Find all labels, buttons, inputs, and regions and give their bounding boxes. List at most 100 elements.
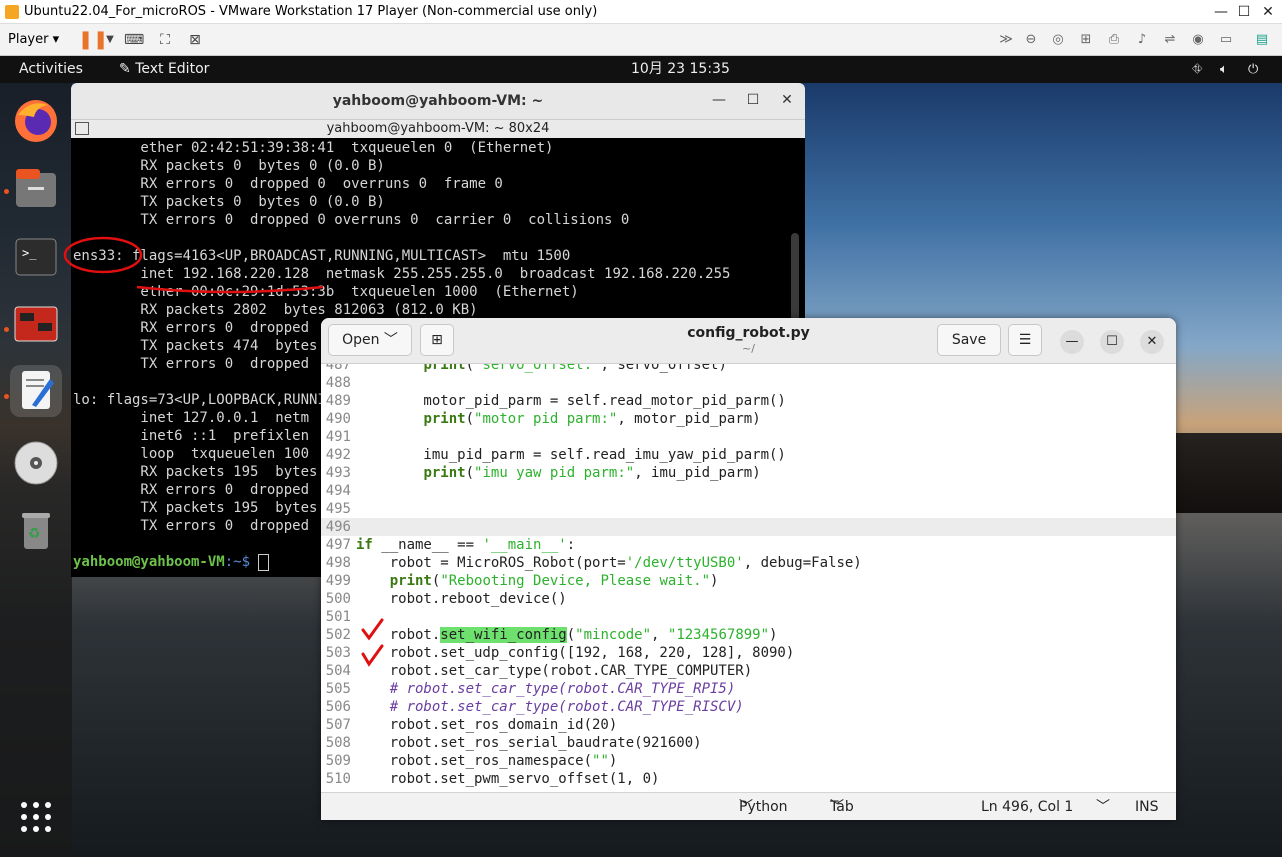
volume-icon[interactable]: 🔈︎ xyxy=(1220,56,1228,83)
code-line[interactable]: 494 xyxy=(321,482,1176,500)
code-line[interactable]: 500 robot.reboot_device() xyxy=(321,590,1176,608)
save-button[interactable]: Save xyxy=(937,324,1001,356)
code-line[interactable]: 503 robot.set_udp_config([192, 168, 220,… xyxy=(321,644,1176,662)
sound-icon[interactable]: ♪ xyxy=(1132,30,1152,50)
network-status-icon[interactable]: ⛗ xyxy=(1192,56,1202,83)
send-ctrl-alt-del-icon[interactable]: ⌨ xyxy=(124,30,144,50)
line-text: robot = MicroROS_Robot(port='/dev/ttyUSB… xyxy=(356,555,862,571)
app-menu-button[interactable]: ✎ Text Editor xyxy=(119,56,209,83)
line-number: 491 xyxy=(325,429,351,445)
text-editor-window[interactable]: Open ﹀ ⊞ config_robot.py ~/ Save ☰ — ☐ ✕… xyxy=(321,318,1176,820)
chevron-down-icon[interactable]: ▼ xyxy=(100,30,120,50)
code-line[interactable]: 505 # robot.set_car_type(robot.CAR_TYPE_… xyxy=(321,680,1176,698)
insert-mode: INS xyxy=(1135,799,1159,815)
power-icon[interactable]: ⏻ xyxy=(1248,56,1258,83)
line-number: 510 xyxy=(325,771,351,787)
svg-text:>_: >_ xyxy=(22,246,37,260)
terminal-line: RX packets 2802 bytes 812063 (812.0 KB) xyxy=(73,302,478,318)
firefox-icon[interactable] xyxy=(10,95,62,147)
line-text: # robot.set_car_type(robot.CAR_TYPE_RPI5… xyxy=(356,681,736,697)
line-text: if __name__ == '__main__': xyxy=(356,537,576,553)
code-line[interactable]: 487 print("servo_offset:", servo_offset) xyxy=(321,364,1176,374)
text-editor-dock-icon[interactable] xyxy=(10,365,62,417)
close-icon[interactable]: ✕ xyxy=(1255,0,1281,24)
terminal-title: yahboom@yahboom-VM: ~ xyxy=(332,93,544,109)
maximize-icon[interactable]: ☐ xyxy=(1231,0,1257,24)
code-line[interactable]: 493 print("imu yaw pid parm:", imu_pid_p… xyxy=(321,464,1176,482)
printer-icon[interactable]: ⎙ xyxy=(1104,30,1124,50)
line-text: robot.set_pwm_servo_offset(1, 0) xyxy=(356,771,660,787)
clock-button[interactable]: 10月 23 15:35 xyxy=(631,56,730,83)
terminal-line: ens33: flags=4163<UP,BROADCAST,RUNNING,M… xyxy=(73,248,571,264)
cdrom-icon[interactable]: ◎ xyxy=(1048,30,1068,50)
code-line[interactable]: 510 robot.set_pwm_servo_offset(1, 0) xyxy=(321,770,1176,788)
file-name: config_robot.py xyxy=(687,325,810,341)
code-line[interactable]: 490 print("motor pid parm:", motor_pid_p… xyxy=(321,410,1176,428)
terminal-line: lo: flags=73<UP,LOOPBACK,RUNNING> xyxy=(73,392,352,408)
activities-button[interactable]: Activities xyxy=(19,56,83,83)
code-line[interactable]: 506 # robot.set_car_type(robot.CAR_TYPE_… xyxy=(321,698,1176,716)
unity-icon[interactable]: ⊠ xyxy=(185,30,205,50)
code-line[interactable]: 504 robot.set_car_type(robot.CAR_TYPE_CO… xyxy=(321,662,1176,680)
code-line[interactable]: 489 motor_pid_parm = self.read_motor_pid… xyxy=(321,392,1176,410)
camera-icon[interactable]: ◉ xyxy=(1188,30,1208,50)
hdd-icon[interactable]: ⊖ xyxy=(1021,30,1041,50)
terminal-icon[interactable]: >_ xyxy=(10,231,62,283)
main-menu-button[interactable]: ☰ xyxy=(1008,324,1042,356)
minimize-icon[interactable]: — xyxy=(709,92,729,108)
language-selector[interactable]: Python 2 ﹀ xyxy=(739,793,788,820)
code-line[interactable]: 488 xyxy=(321,374,1176,392)
file-path: ~/ xyxy=(742,342,755,355)
remote-desktop-icon[interactable] xyxy=(10,299,62,351)
terminal-header[interactable]: yahboom@yahboom-VM: ~ — ☐ ✕ xyxy=(71,83,805,120)
trash-icon[interactable]: ♻ xyxy=(10,505,62,557)
code-line[interactable]: 498 robot = MicroROS_Robot(port='/dev/tt… xyxy=(321,554,1176,572)
running-indicator xyxy=(4,394,9,399)
code-line[interactable]: 507 robot.set_ros_domain_id(20) xyxy=(321,716,1176,734)
line-text: print("Rebooting Device, Please wait.") xyxy=(389,573,719,589)
player-menu-button[interactable]: Player ▾ xyxy=(8,32,59,47)
dvd-icon[interactable] xyxy=(10,437,62,489)
line-text: robot.set_ros_domain_id(20) xyxy=(356,717,618,733)
hamburger-menu-icon: ☰ xyxy=(1018,332,1032,348)
display-icon[interactable]: ▭ xyxy=(1216,30,1236,50)
files-icon[interactable] xyxy=(10,163,62,215)
tab-width-selector[interactable]: Tab Width: 8 ﹀ xyxy=(830,793,854,820)
show-apps-icon[interactable] xyxy=(10,791,62,843)
network-icon[interactable]: ⊞ xyxy=(1076,30,1096,50)
code-view[interactable]: 487 print("servo_offset:", servo_offset)… xyxy=(321,364,1176,792)
maximize-icon[interactable]: ☐ xyxy=(743,92,763,108)
editor-header[interactable]: Open ﹀ ⊞ config_robot.py ~/ Save ☰ — ☐ ✕ xyxy=(321,318,1176,364)
notes-icon[interactable]: ▤ xyxy=(1252,30,1272,50)
prompt-user: yahboom@yahboom-VM xyxy=(73,554,225,570)
code-line[interactable]: 495 xyxy=(321,500,1176,518)
code-line[interactable]: 497 if __name__ == '__main__': xyxy=(321,536,1176,554)
usb-icon[interactable]: ⇌ xyxy=(1160,30,1180,50)
code-line[interactable]: 496 xyxy=(321,518,1176,536)
terminal-subtitle-bar: yahboom@yahboom-VM: ~ 80x24 xyxy=(71,120,805,138)
code-line[interactable]: 501 xyxy=(321,608,1176,626)
pause-icon[interactable]: ❚❚ xyxy=(78,30,108,50)
cursor-position[interactable]: Ln 496, Col 1 xyxy=(981,793,1073,820)
svg-text:♻: ♻ xyxy=(28,526,41,542)
terminal-line: RX packets 195 bytes xyxy=(73,464,318,480)
code-line[interactable]: 508 robot.set_ros_serial_baudrate(921600… xyxy=(321,734,1176,752)
code-line[interactable]: 509 robot.set_ros_namespace("") xyxy=(321,752,1176,770)
minimize-icon[interactable]: — xyxy=(1060,330,1084,354)
code-line[interactable]: 502 robot.set_wifi_config("mincode", "12… xyxy=(321,626,1176,644)
maximize-icon[interactable]: ☐ xyxy=(1100,330,1124,354)
close-icon[interactable]: ✕ xyxy=(777,92,797,108)
close-icon[interactable]: ✕ xyxy=(1140,330,1164,354)
code-line[interactable]: 499 print("Rebooting Device, Please wait… xyxy=(321,572,1176,590)
chevron-down-icon[interactable]: ﹀ xyxy=(1096,793,1110,820)
more-icon[interactable]: ≫ xyxy=(996,30,1016,50)
line-number: 498 xyxy=(325,555,351,571)
terminal-line: TX packets 195 bytes xyxy=(73,500,318,516)
line-text: motor_pid_parm = self.read_motor_pid_par… xyxy=(356,393,786,409)
code-line[interactable]: 492 imu_pid_parm = self.read_imu_yaw_pid… xyxy=(321,446,1176,464)
line-number: 496 xyxy=(325,519,351,535)
text-editor-icon: ✎ xyxy=(119,61,131,77)
terminal-line: ether 02:42:51:39:38:41 txqueuelen 0 (Et… xyxy=(73,140,554,156)
code-line[interactable]: 491 xyxy=(321,428,1176,446)
fit-guest-icon[interactable]: ⛶ xyxy=(155,30,175,50)
